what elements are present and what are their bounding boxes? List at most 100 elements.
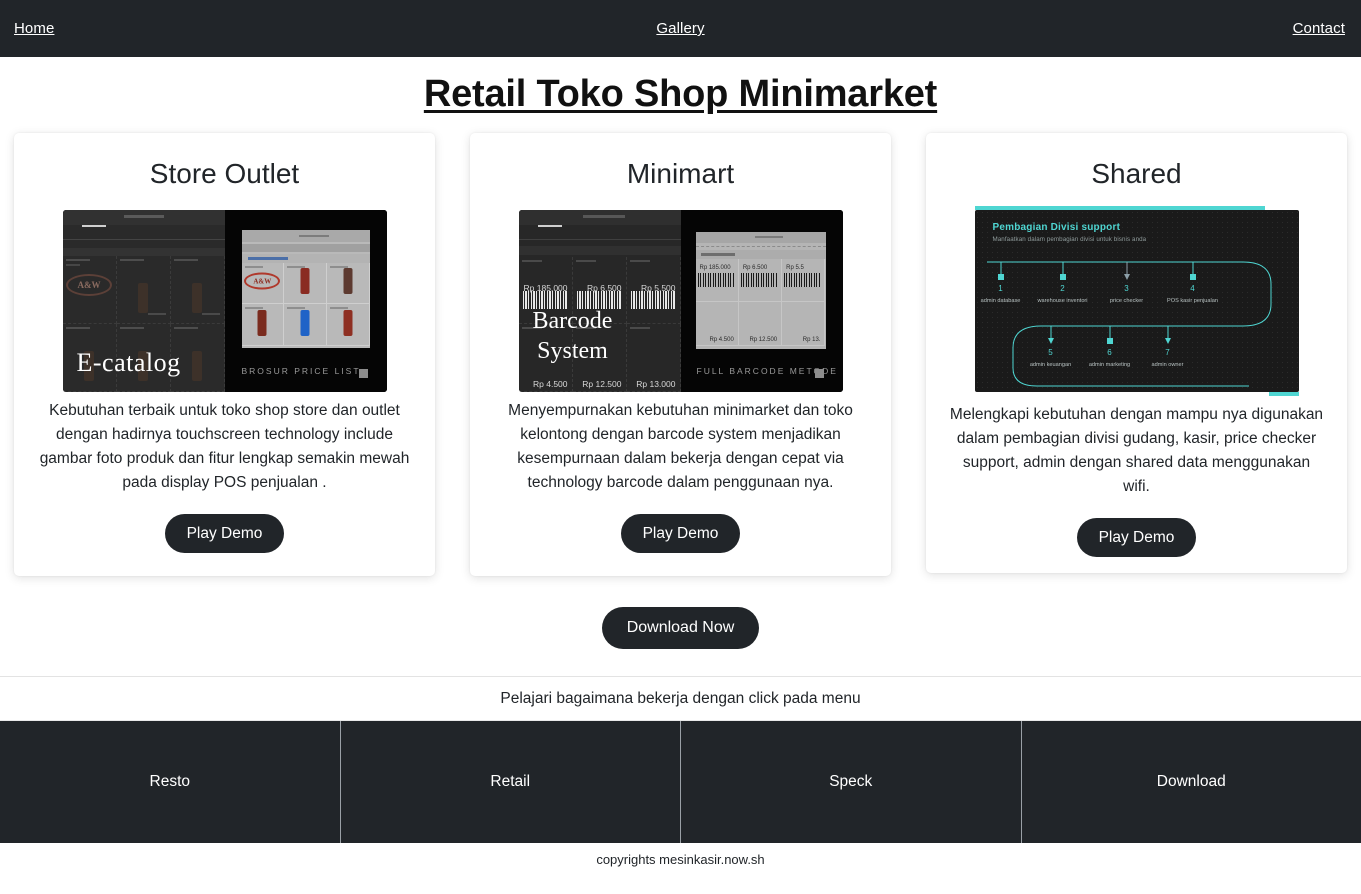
sheet-price-5: Rp 12.500 — [749, 336, 778, 343]
brochure-cell-label — [244, 265, 263, 268]
ecatalog-cell-label — [173, 326, 198, 329]
barcode-cell-label — [521, 259, 542, 262]
accent-bar-bottom — [1268, 391, 1299, 396]
footer-item-download[interactable]: Download — [1020, 720, 1361, 843]
top-navigation-bar: Home Gallery Contact — [0, 0, 1361, 57]
play-demo-button-minimart[interactable]: Play Demo — [620, 513, 741, 553]
ecatalog-tab-underline — [81, 224, 106, 227]
diagram-node-label-2: warehouse inventori — [1037, 297, 1088, 304]
brochure-preview: A&W — [241, 229, 370, 348]
download-section: Download Now — [0, 606, 1361, 649]
sheet-dashed-rule — [695, 245, 826, 247]
sheet-barcode — [740, 273, 777, 288]
barcode-sheet-preview: Rp 185.000 Rp 6.500 Rp 5.5 Rp 4.500 Rp 1… — [695, 231, 826, 349]
product-card-shared: Shared Pembagian Divisi support Manfaatk… — [926, 133, 1347, 573]
ecatalog-cell — [116, 255, 171, 324]
diagram-node-label-5: admin keuangan — [1029, 361, 1072, 368]
brochure-cell — [284, 304, 327, 346]
brochure-cell — [326, 262, 370, 305]
diagram-node-number-3: 3 — [1124, 283, 1129, 293]
brochure-bar — [241, 243, 370, 252]
sheet-cell: Rp 4.500 — [695, 302, 739, 346]
thumbnail-shared[interactable]: Pembagian Divisi support Manfaatkan dala… — [974, 205, 1299, 396]
thumbnail-minimart[interactable]: Rp 185.000 Rp 6.500 Rp 5.500 Rp 4.500 Rp… — [518, 209, 843, 392]
brochure-header — [241, 229, 370, 242]
product-card-row: Store Outlet A&W E-catalog A&W BROSUR PR… — [0, 133, 1361, 576]
page-title: Retail Toko Shop Minimarket — [423, 73, 938, 115]
sheet-price-4: Rp 4.500 — [709, 336, 734, 343]
sheet-header — [695, 231, 826, 243]
ecatalog-right-panel: A&W BROSUR PRICE LIST — [224, 209, 387, 392]
product-card-store-outlet: Store Outlet A&W E-catalog A&W BROSUR PR… — [14, 133, 435, 576]
copyright-text: copyrights mesinkasir.now.sh — [596, 851, 765, 867]
nav-link-gallery[interactable]: Gallery — [656, 20, 704, 37]
product-can-red — [300, 268, 310, 295]
brochure-grid: A&W — [241, 262, 370, 346]
sheet-cell: Rp 185.000 — [695, 258, 739, 303]
thumbnail-marker-icon — [814, 368, 824, 378]
download-now-button[interactable]: Download Now — [601, 606, 760, 649]
barcode-label-cell: Rp 13.000 — [626, 324, 681, 392]
bottle-silhouette — [192, 282, 202, 313]
sheet-cell: Rp 6.500 — [738, 258, 783, 303]
nav-link-contact[interactable]: Contact — [1293, 20, 1345, 37]
footer-item-speck[interactable]: Speck — [680, 720, 1021, 843]
barcode-label-cell: Rp 5.500 — [626, 256, 681, 325]
play-demo-button-shared[interactable]: Play Demo — [1076, 517, 1197, 557]
card-description-shared: Melengkapi kebutuhan dengan mampu nya di… — [949, 405, 1324, 495]
sheet-tabs — [695, 249, 826, 259]
nav-link-home[interactable]: Home — [14, 20, 54, 37]
diagram-node-number-6: 6 — [1107, 347, 1112, 357]
barcode-cell-label — [575, 259, 596, 262]
footer-item-retail[interactable]: Retail — [339, 720, 681, 843]
brochure-cell — [326, 304, 370, 346]
diagram-node-label-6: admin marketing — [1088, 361, 1131, 368]
sheet-cell: Rp 13. — [782, 302, 826, 346]
product-can-brown — [343, 268, 353, 295]
sheet-cell: Rp 5.5 — [782, 258, 826, 303]
diagram-node-number-1: 1 — [998, 283, 1003, 293]
sheet-price-6: Rp 13. — [802, 336, 821, 343]
thumbnail-overlay-text: E-catalog — [76, 347, 181, 377]
sheet-price-3: Rp 5.5 — [786, 265, 804, 272]
overlay-line-2: System — [537, 337, 608, 364]
diagram-node-label-7: admin owner — [1151, 361, 1184, 368]
thumbnail-caption: BROSUR PRICE LIST — [241, 365, 361, 376]
ecatalog-cell-label — [65, 258, 90, 261]
ecatalog-cell-price — [147, 312, 166, 315]
ecatalog-cell-label — [119, 258, 144, 261]
thumbnail-store-outlet[interactable]: A&W E-catalog A&W BROSUR PRICE LIST — [62, 209, 387, 392]
barcode-divider — [518, 238, 681, 240]
ecatalog-cell-label — [173, 258, 198, 261]
product-can-maroon — [343, 309, 353, 336]
brochure-cell — [284, 262, 327, 305]
card-title-shared: Shared — [1091, 158, 1182, 189]
ecatalog-cell — [170, 255, 225, 324]
sheet-barcode — [784, 273, 821, 288]
footer-navigation: Resto Retail Speck Download — [0, 720, 1361, 843]
barcode-price-4: Rp 4.500 — [533, 378, 568, 389]
diagram-node-label-4: POS kasir penjualan — [1167, 297, 1218, 304]
diagram-node-number-4: 4 — [1190, 283, 1195, 293]
brochure-cell: A&W — [241, 262, 285, 305]
sheet-price-1: Rp 185.000 — [699, 265, 731, 272]
product-bottle-blue — [300, 309, 310, 336]
play-demo-button-store-outlet[interactable]: Play Demo — [164, 513, 285, 553]
ecatalog-toolbar — [62, 247, 225, 256]
barcode-left-panel: Rp 185.000 Rp 6.500 Rp 5.500 Rp 4.500 Rp… — [518, 209, 681, 392]
card-description-minimart: Menyempurnakan kebutuhan minimarket dan … — [508, 401, 853, 491]
bottle-silhouette — [192, 350, 202, 381]
barcode-titlebar — [518, 209, 681, 225]
bottle-silhouette — [138, 282, 148, 313]
card-title-minimart: Minimart — [626, 158, 735, 189]
ecatalog-divider — [62, 238, 225, 240]
ecatalog-cell-label — [65, 326, 90, 329]
thumbnail-overlay-text: Barcode System — [533, 306, 613, 366]
footer-item-resto[interactable]: Resto — [0, 721, 340, 843]
sheet-cell: Rp 12.500 — [738, 302, 783, 346]
aw-brand-logo: A&W — [244, 272, 281, 290]
learn-more-bar: Pelajari bagaimana bekerja dengan click … — [0, 675, 1361, 721]
product-bottle-dark — [257, 309, 267, 336]
barcode-right-panel: Rp 185.000 Rp 6.500 Rp 5.5 Rp 4.500 Rp 1… — [680, 209, 843, 392]
ecatalog-cell: A&W — [62, 255, 117, 324]
